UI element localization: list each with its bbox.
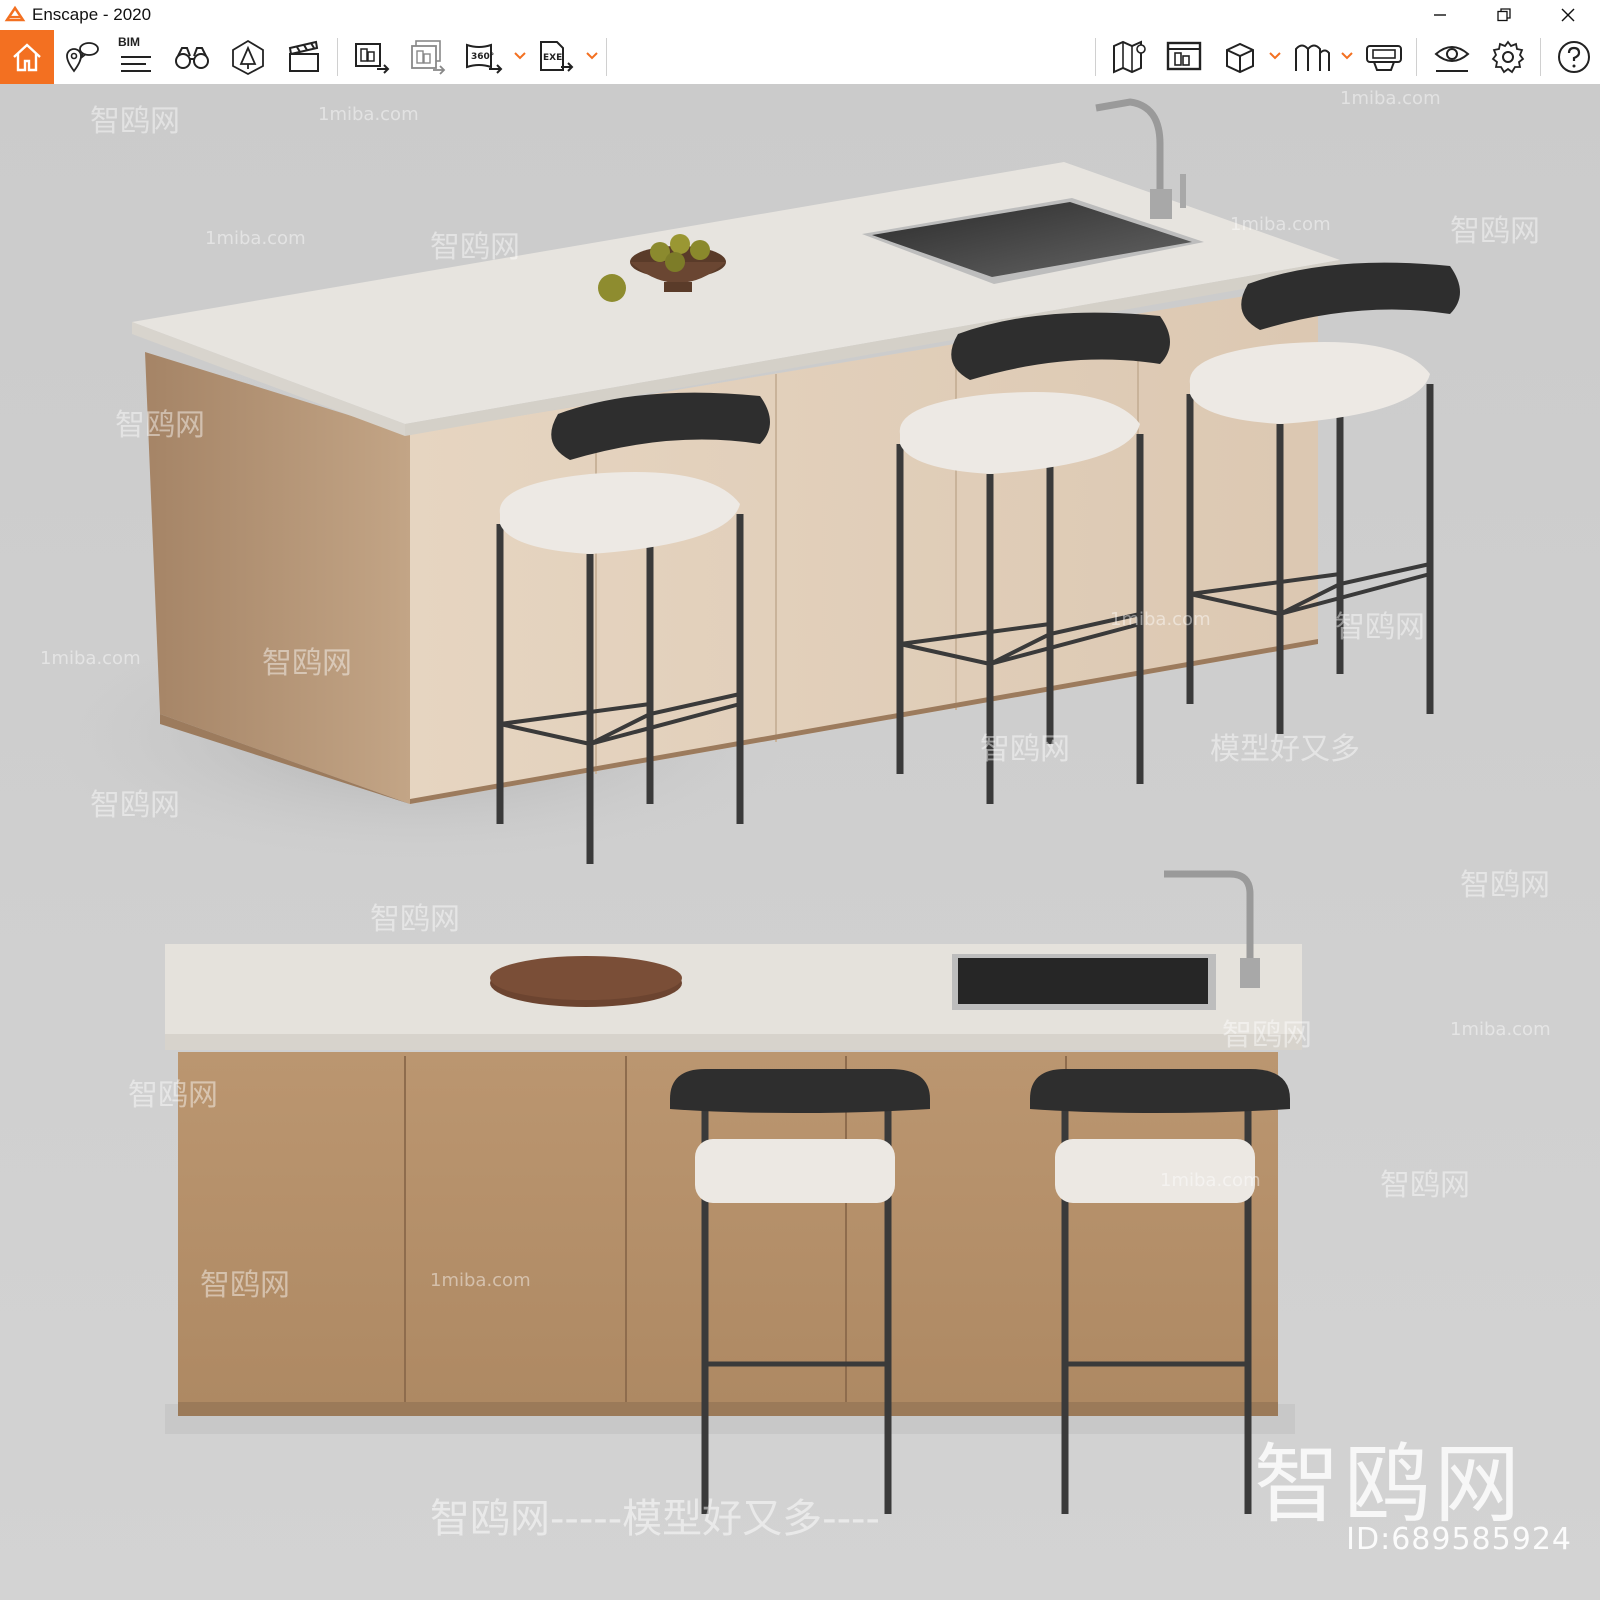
- batch-render-icon: [411, 40, 446, 75]
- help-icon: [1558, 41, 1590, 73]
- watermark-text: 智鸥网: [115, 408, 205, 443]
- toolbar-separator: [606, 38, 607, 76]
- watermark-text: 1miba.com: [1450, 1019, 1551, 1040]
- minimize-icon: [1434, 14, 1446, 16]
- svg-text:360°: 360°: [471, 52, 494, 62]
- watermark-text: 1miba.com: [1110, 609, 1211, 630]
- watermark-id: ID:689585924: [1346, 1522, 1572, 1557]
- toolbar-separator: [1095, 38, 1096, 76]
- chevron-down-icon: [1341, 52, 1353, 60]
- minimize-button[interactable]: [1408, 0, 1472, 30]
- views-button[interactable]: [62, 37, 102, 77]
- chevron-down-icon: [1269, 52, 1281, 60]
- video-button[interactable]: [284, 37, 324, 77]
- watermark-text: 智鸥网: [90, 104, 180, 139]
- watermark-text: 智鸥网: [262, 646, 352, 681]
- restore-icon: [1497, 8, 1511, 22]
- watermark-brand: 智鸥网: [1254, 1435, 1524, 1535]
- watermark-text: 1miba.com: [1340, 88, 1441, 109]
- web-standalone-dropdown[interactable]: [1340, 46, 1354, 66]
- enscape-logo-icon: [4, 5, 26, 22]
- batch-render-button[interactable]: [408, 37, 448, 77]
- watermark-text: 1miba.com: [40, 648, 141, 669]
- watermark-text: 智鸥网: [430, 230, 520, 265]
- vr-button[interactable]: [1364, 37, 1404, 77]
- toolbar-separator: [337, 38, 338, 76]
- watermark-text: 智鸥网: [1380, 1168, 1470, 1203]
- window-controls: [1408, 0, 1600, 30]
- watermark-text: 智鸥网: [128, 1078, 218, 1113]
- window-title: Enscape - 2020: [32, 5, 152, 24]
- bim-button[interactable]: BIM: [116, 35, 156, 77]
- help-button[interactable]: [1554, 37, 1594, 77]
- exe-export-button[interactable]: EXE: [536, 37, 576, 77]
- watermark-text: 1miba.com: [430, 1270, 531, 1291]
- watermark-text: 智鸥网: [370, 902, 460, 937]
- panorama-360-icon: 360°: [466, 43, 503, 74]
- close-icon: [1561, 8, 1575, 22]
- visual-settings-button[interactable]: [1432, 37, 1472, 77]
- watermark-text: 智鸥网: [1335, 610, 1425, 645]
- gear-icon: [1491, 40, 1525, 74]
- chevron-down-icon: [586, 52, 598, 60]
- map-pin-chat-icon: [66, 42, 99, 73]
- watermark-text: 1miba.com: [1230, 214, 1331, 235]
- main-toolbar: BIM 360° EXE: [0, 30, 1600, 109]
- building-icon: [1295, 44, 1330, 71]
- title-bar: Enscape - 2020: [0, 0, 1600, 30]
- map-button[interactable]: [1110, 37, 1150, 77]
- watermark-text: 智鸥网: [1460, 868, 1550, 903]
- export-dropdown[interactable]: [585, 46, 599, 66]
- sink-basin: [958, 958, 1208, 1004]
- atmosphere-button[interactable]: [228, 37, 268, 77]
- asset-library-button[interactable]: [1220, 37, 1260, 77]
- chevron-down-icon: [514, 52, 526, 60]
- bim-label: BIM: [118, 35, 140, 49]
- watermark-slogan: 智鸥网-----模型好又多----: [430, 1496, 880, 1542]
- toolbar-separator: [1416, 38, 1417, 76]
- cone-tree-icon: [232, 39, 264, 76]
- watermark-text: 智鸥网: [90, 788, 180, 823]
- restore-button[interactable]: [1472, 0, 1536, 30]
- binoculars-icon: [175, 47, 209, 69]
- home-icon: [13, 43, 41, 72]
- web-standalone-button[interactable]: [1292, 37, 1332, 77]
- watermark-text: 1miba.com: [1160, 1170, 1261, 1191]
- svg-text:EXE: EXE: [543, 53, 562, 63]
- toolbar-separator: [1540, 38, 1541, 76]
- map-icon: [1113, 40, 1146, 74]
- exe-export-icon: EXE: [540, 41, 574, 72]
- watermark-text: 智鸥网: [980, 732, 1070, 767]
- cube-icon: [1226, 42, 1254, 74]
- watermark-text: 智鸥网: [1222, 1018, 1312, 1053]
- render-image-button[interactable]: [352, 37, 392, 77]
- capture-manager-icon: [1166, 41, 1202, 71]
- vr-headset-icon: [1366, 45, 1402, 71]
- capture-manager-button[interactable]: [1164, 37, 1204, 77]
- watermark-text: 1miba.com: [205, 228, 306, 249]
- watermark-text: 智鸥网: [200, 1268, 290, 1303]
- settings-button[interactable]: [1488, 37, 1528, 77]
- panorama-button[interactable]: 360°: [464, 37, 504, 77]
- home-button[interactable]: [0, 30, 54, 84]
- watermark-text: 1miba.com: [318, 104, 419, 125]
- eye-icon: [1434, 46, 1470, 72]
- watermark-text: 智鸥网: [1450, 214, 1540, 249]
- binoculars-button[interactable]: [172, 37, 212, 77]
- render-viewport[interactable]: 1miba.com 1miba.com 1miba.com 1miba.com …: [0, 84, 1600, 1600]
- panorama-dropdown[interactable]: [513, 46, 527, 66]
- clapperboard-icon: [288, 40, 319, 72]
- kitchen-island-render: [0, 84, 1600, 1600]
- watermark-text: 模型好又多: [1210, 732, 1360, 767]
- asset-library-dropdown[interactable]: [1268, 46, 1282, 66]
- close-button[interactable]: [1536, 0, 1600, 30]
- render-image-icon: [355, 43, 390, 74]
